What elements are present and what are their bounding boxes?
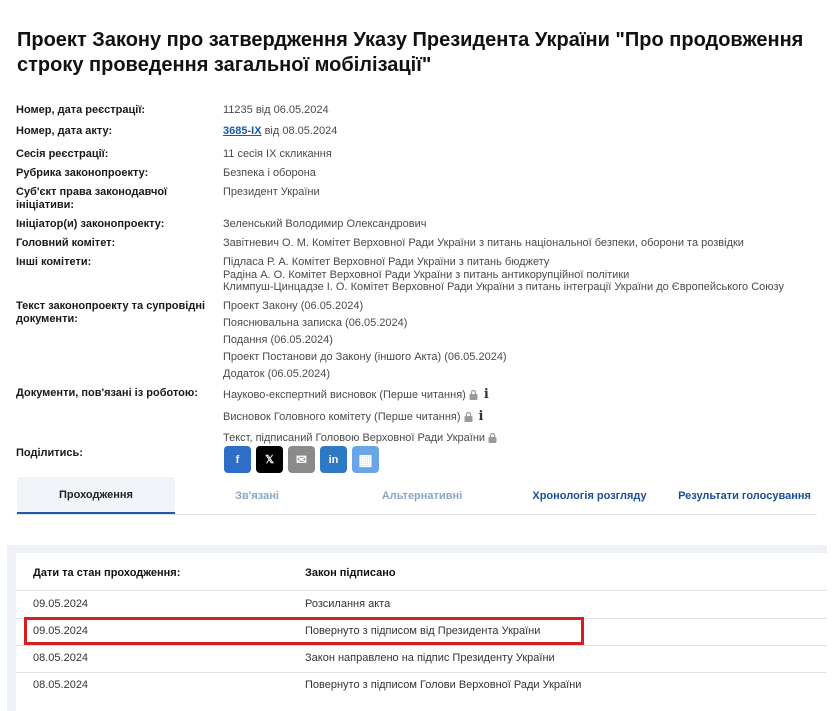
- related-document-link[interactable]: Висновок Головного комітету (Перше читан…: [223, 411, 461, 423]
- qr-code-button[interactable]: ▦: [352, 446, 379, 473]
- info-icon[interactable]: i: [484, 385, 489, 404]
- tab-chronology[interactable]: Хронологія розгляду: [512, 477, 667, 514]
- tab-alternatives[interactable]: Альтернативні: [337, 477, 507, 514]
- tab-passage[interactable]: Проходження: [17, 477, 175, 514]
- tab-related[interactable]: Зв'язані: [182, 477, 332, 514]
- info-icon[interactable]: i: [479, 407, 484, 426]
- related-document: Науково-експертний висновок (Перше читан…: [223, 385, 813, 407]
- rubric-value: Безпека і оборона: [223, 167, 316, 179]
- registration-label: Номер, дата реєстрації:: [16, 104, 146, 116]
- document-link[interactable]: Додаток (06.05.2024): [223, 366, 813, 383]
- lock-icon: [463, 410, 474, 429]
- subject-label: Суб'єкт права законодавчої ініціативи:: [16, 186, 168, 211]
- related-document-link[interactable]: Науково-експертний висновок (Перше читан…: [223, 389, 466, 401]
- act-label: Номер, дата акту:: [16, 125, 113, 137]
- initiator-label: Ініціатор(и) законопроекту:: [16, 218, 165, 230]
- act-value: 3685-IX від 08.05.2024: [223, 125, 813, 138]
- header-dates: Дати та стан проходження:: [33, 567, 181, 579]
- document-link[interactable]: Подання (06.05.2024): [223, 332, 813, 349]
- share-buttons: f 𝕏 ✉ in ▦: [224, 446, 379, 473]
- x-share-button[interactable]: 𝕏: [256, 446, 283, 473]
- linkedin-share-button[interactable]: in: [320, 446, 347, 473]
- header-status: Закон підписано: [305, 567, 396, 579]
- row-status: Повернуто з підписом Голови Верховної Ра…: [305, 679, 582, 691]
- table-row: 09.05.2024 Розсилання акта: [16, 591, 827, 619]
- document-link[interactable]: Проект Закону (06.05.2024): [223, 298, 813, 315]
- documents-label: Текст законопроекту та супровідні докуме…: [16, 300, 206, 325]
- email-share-button[interactable]: ✉: [288, 446, 315, 473]
- facebook-share-button[interactable]: f: [224, 446, 251, 473]
- main-committee-value: Завітневич О. М. Комітет Верховної Ради …: [223, 237, 744, 249]
- related-list: Науково-експертний висновок (Перше читан…: [223, 385, 813, 450]
- row-date: 09.05.2024: [33, 598, 89, 610]
- initiator-value: Зеленський Володимир Олександрович: [223, 218, 427, 230]
- subject-value: Президент України: [223, 186, 320, 198]
- row-date: 08.05.2024: [33, 652, 89, 664]
- table-header: Дати та стан проходження: Закон підписан…: [16, 556, 827, 591]
- document-link[interactable]: Пояснювальна записка (06.05.2024): [223, 315, 813, 332]
- tab-voting-results[interactable]: Результати голосування: [672, 477, 817, 514]
- table-row: 08.05.2024 Закон направлено на підпис Пр…: [16, 645, 827, 673]
- row-status: Закон направлено на підпис Президенту Ук…: [305, 652, 555, 664]
- highlight-box: [24, 617, 584, 645]
- act-number-link[interactable]: 3685-IX: [223, 125, 262, 137]
- other-committee-item: Підласа Р. А. Комітет Верховної Ради Укр…: [223, 256, 550, 268]
- row-status: Розсилання акта: [305, 598, 391, 610]
- tabs-bar: Проходження Зв'язані Альтернативні Хроно…: [17, 477, 817, 515]
- other-committee-item: Радіна А. О. Комітет Верховної Ради Укра…: [223, 268, 630, 281]
- other-committees-list: Підласа Р. А. Комітет Верховної Ради Укр…: [223, 256, 813, 294]
- other-committees-label: Інші комітети:: [16, 256, 92, 268]
- documents-list: Проект Закону (06.05.2024) Пояснювальна …: [223, 298, 813, 383]
- lock-icon: [468, 388, 479, 407]
- row-date: 08.05.2024: [33, 679, 89, 691]
- main-committee-label: Головний комітет:: [16, 237, 116, 249]
- session-value: 11 сесія IX скликання: [223, 148, 332, 160]
- other-committee-item: Климпуш-Цинцадзе І. О. Комітет Верховної…: [223, 281, 784, 293]
- session-label: Сесія реєстрації:: [16, 148, 109, 160]
- share-label: Поділитись:: [16, 447, 83, 459]
- act-date: від 08.05.2024: [261, 125, 338, 137]
- registration-value: 11235 від 06.05.2024: [223, 104, 329, 116]
- related-document: Висновок Головного комітету (Перше читан…: [223, 407, 813, 429]
- table-row: 08.05.2024 Повернуто з підписом Голови В…: [16, 672, 827, 699]
- related-document-link[interactable]: Текст, підписаний Головою Верховної Ради…: [223, 432, 485, 444]
- lock-icon: [487, 431, 498, 450]
- document-link[interactable]: Проект Постанови до Закону (іншого Акта)…: [223, 349, 813, 366]
- page-title: Проект Закону про затвердження Указу Пре…: [17, 29, 804, 76]
- related-label: Документи, пов'язані із роботою:: [16, 387, 198, 399]
- rubric-label: Рубрика законопроекту:: [16, 167, 149, 179]
